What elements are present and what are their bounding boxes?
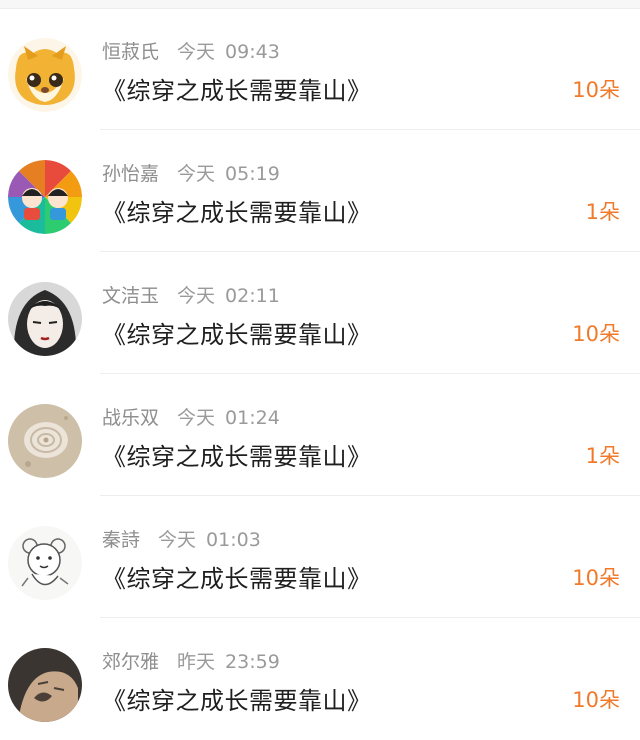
book-title[interactable]: 《综穿之成长需要靠山》	[102, 559, 372, 594]
record-meta: 战乐双 今天 01:24	[102, 403, 280, 430]
gift-count: 10朵	[572, 566, 620, 590]
list-item[interactable]: 战乐双 今天 01:24 《综穿之成长需要靠山》 1朵	[0, 374, 640, 496]
avatar[interactable]	[8, 38, 82, 112]
user-name[interactable]: 郊尔雅	[102, 651, 159, 673]
book-title[interactable]: 《综穿之成长需要靠山》	[102, 193, 372, 228]
gift-record-list: 恒菽氏 今天 09:43 《综穿之成长需要靠山》 10朵 孙怡嘉 今天 05:1…	[0, 8, 640, 740]
record-time: 23:59	[225, 651, 280, 673]
book-title[interactable]: 《综穿之成长需要靠山》	[102, 437, 372, 472]
list-item[interactable]: 文洁玉 今天 02:11 《综穿之成长需要靠山》 10朵	[0, 252, 640, 374]
record-meta: 孙怡嘉 今天 05:19	[102, 159, 280, 186]
user-name[interactable]: 文洁玉	[102, 285, 159, 307]
record-day: 今天	[177, 41, 216, 63]
record-time: 02:11	[225, 285, 280, 307]
record-day: 昨天	[177, 651, 216, 673]
gift-count: 10朵	[572, 78, 620, 102]
user-name[interactable]: 孙怡嘉	[102, 163, 159, 185]
user-name[interactable]: 恒菽氏	[102, 41, 159, 63]
record-time: 05:19	[225, 163, 280, 185]
cartoon-dog-icon	[8, 38, 82, 112]
sketch-bear-icon	[8, 526, 82, 600]
user-name[interactable]: 秦詩	[102, 529, 140, 551]
record-time: 09:43	[225, 41, 280, 63]
record-time: 01:03	[206, 529, 261, 551]
record-meta: 文洁玉 今天 02:11	[102, 281, 280, 308]
record-day: 今天	[158, 529, 197, 551]
tattoo-hand-icon	[8, 648, 82, 722]
record-day: 今天	[177, 163, 216, 185]
anime-girl-icon	[8, 282, 82, 356]
record-meta: 郊尔雅 昨天 23:59	[102, 647, 280, 674]
user-name[interactable]: 战乐双	[102, 407, 159, 429]
book-title[interactable]: 《综穿之成长需要靠山》	[102, 681, 372, 716]
list-item[interactable]: 郊尔雅 昨天 23:59 《综穿之成长需要靠山》 10朵	[0, 618, 640, 740]
gift-count: 10朵	[572, 322, 620, 346]
record-meta: 秦詩 今天 01:03	[102, 525, 261, 552]
avatar[interactable]	[8, 526, 82, 600]
rainbow-kids-icon	[8, 160, 82, 234]
record-meta: 恒菽氏 今天 09:43	[102, 37, 280, 64]
avatar[interactable]	[8, 282, 82, 356]
gift-count: 10朵	[572, 688, 620, 712]
book-title[interactable]: 《综穿之成长需要靠山》	[102, 71, 372, 106]
record-time: 01:24	[225, 407, 280, 429]
avatar[interactable]	[8, 648, 82, 722]
record-day: 今天	[177, 407, 216, 429]
list-item[interactable]: 孙怡嘉 今天 05:19 《综穿之成长需要靠山》 1朵	[0, 130, 640, 252]
book-title[interactable]: 《综穿之成长需要靠山》	[102, 315, 372, 350]
avatar[interactable]	[8, 404, 82, 478]
list-item[interactable]: 秦詩 今天 01:03 《综穿之成长需要靠山》 10朵	[0, 496, 640, 618]
record-day: 今天	[177, 285, 216, 307]
avatar[interactable]	[8, 160, 82, 234]
seashell-icon	[8, 404, 82, 478]
gift-count: 1朵	[585, 444, 620, 468]
list-item[interactable]: 恒菽氏 今天 09:43 《综穿之成长需要靠山》 10朵	[0, 8, 640, 130]
gift-count: 1朵	[585, 200, 620, 224]
